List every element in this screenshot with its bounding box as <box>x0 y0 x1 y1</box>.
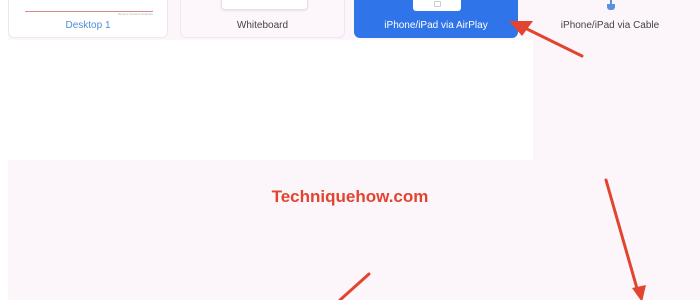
arrow-down-left <box>338 272 371 300</box>
arrow-down-right-head <box>632 285 646 300</box>
arrow-down-right <box>604 178 640 294</box>
arrow-to-airplay <box>523 26 584 58</box>
annotation-arrows <box>338 21 646 300</box>
